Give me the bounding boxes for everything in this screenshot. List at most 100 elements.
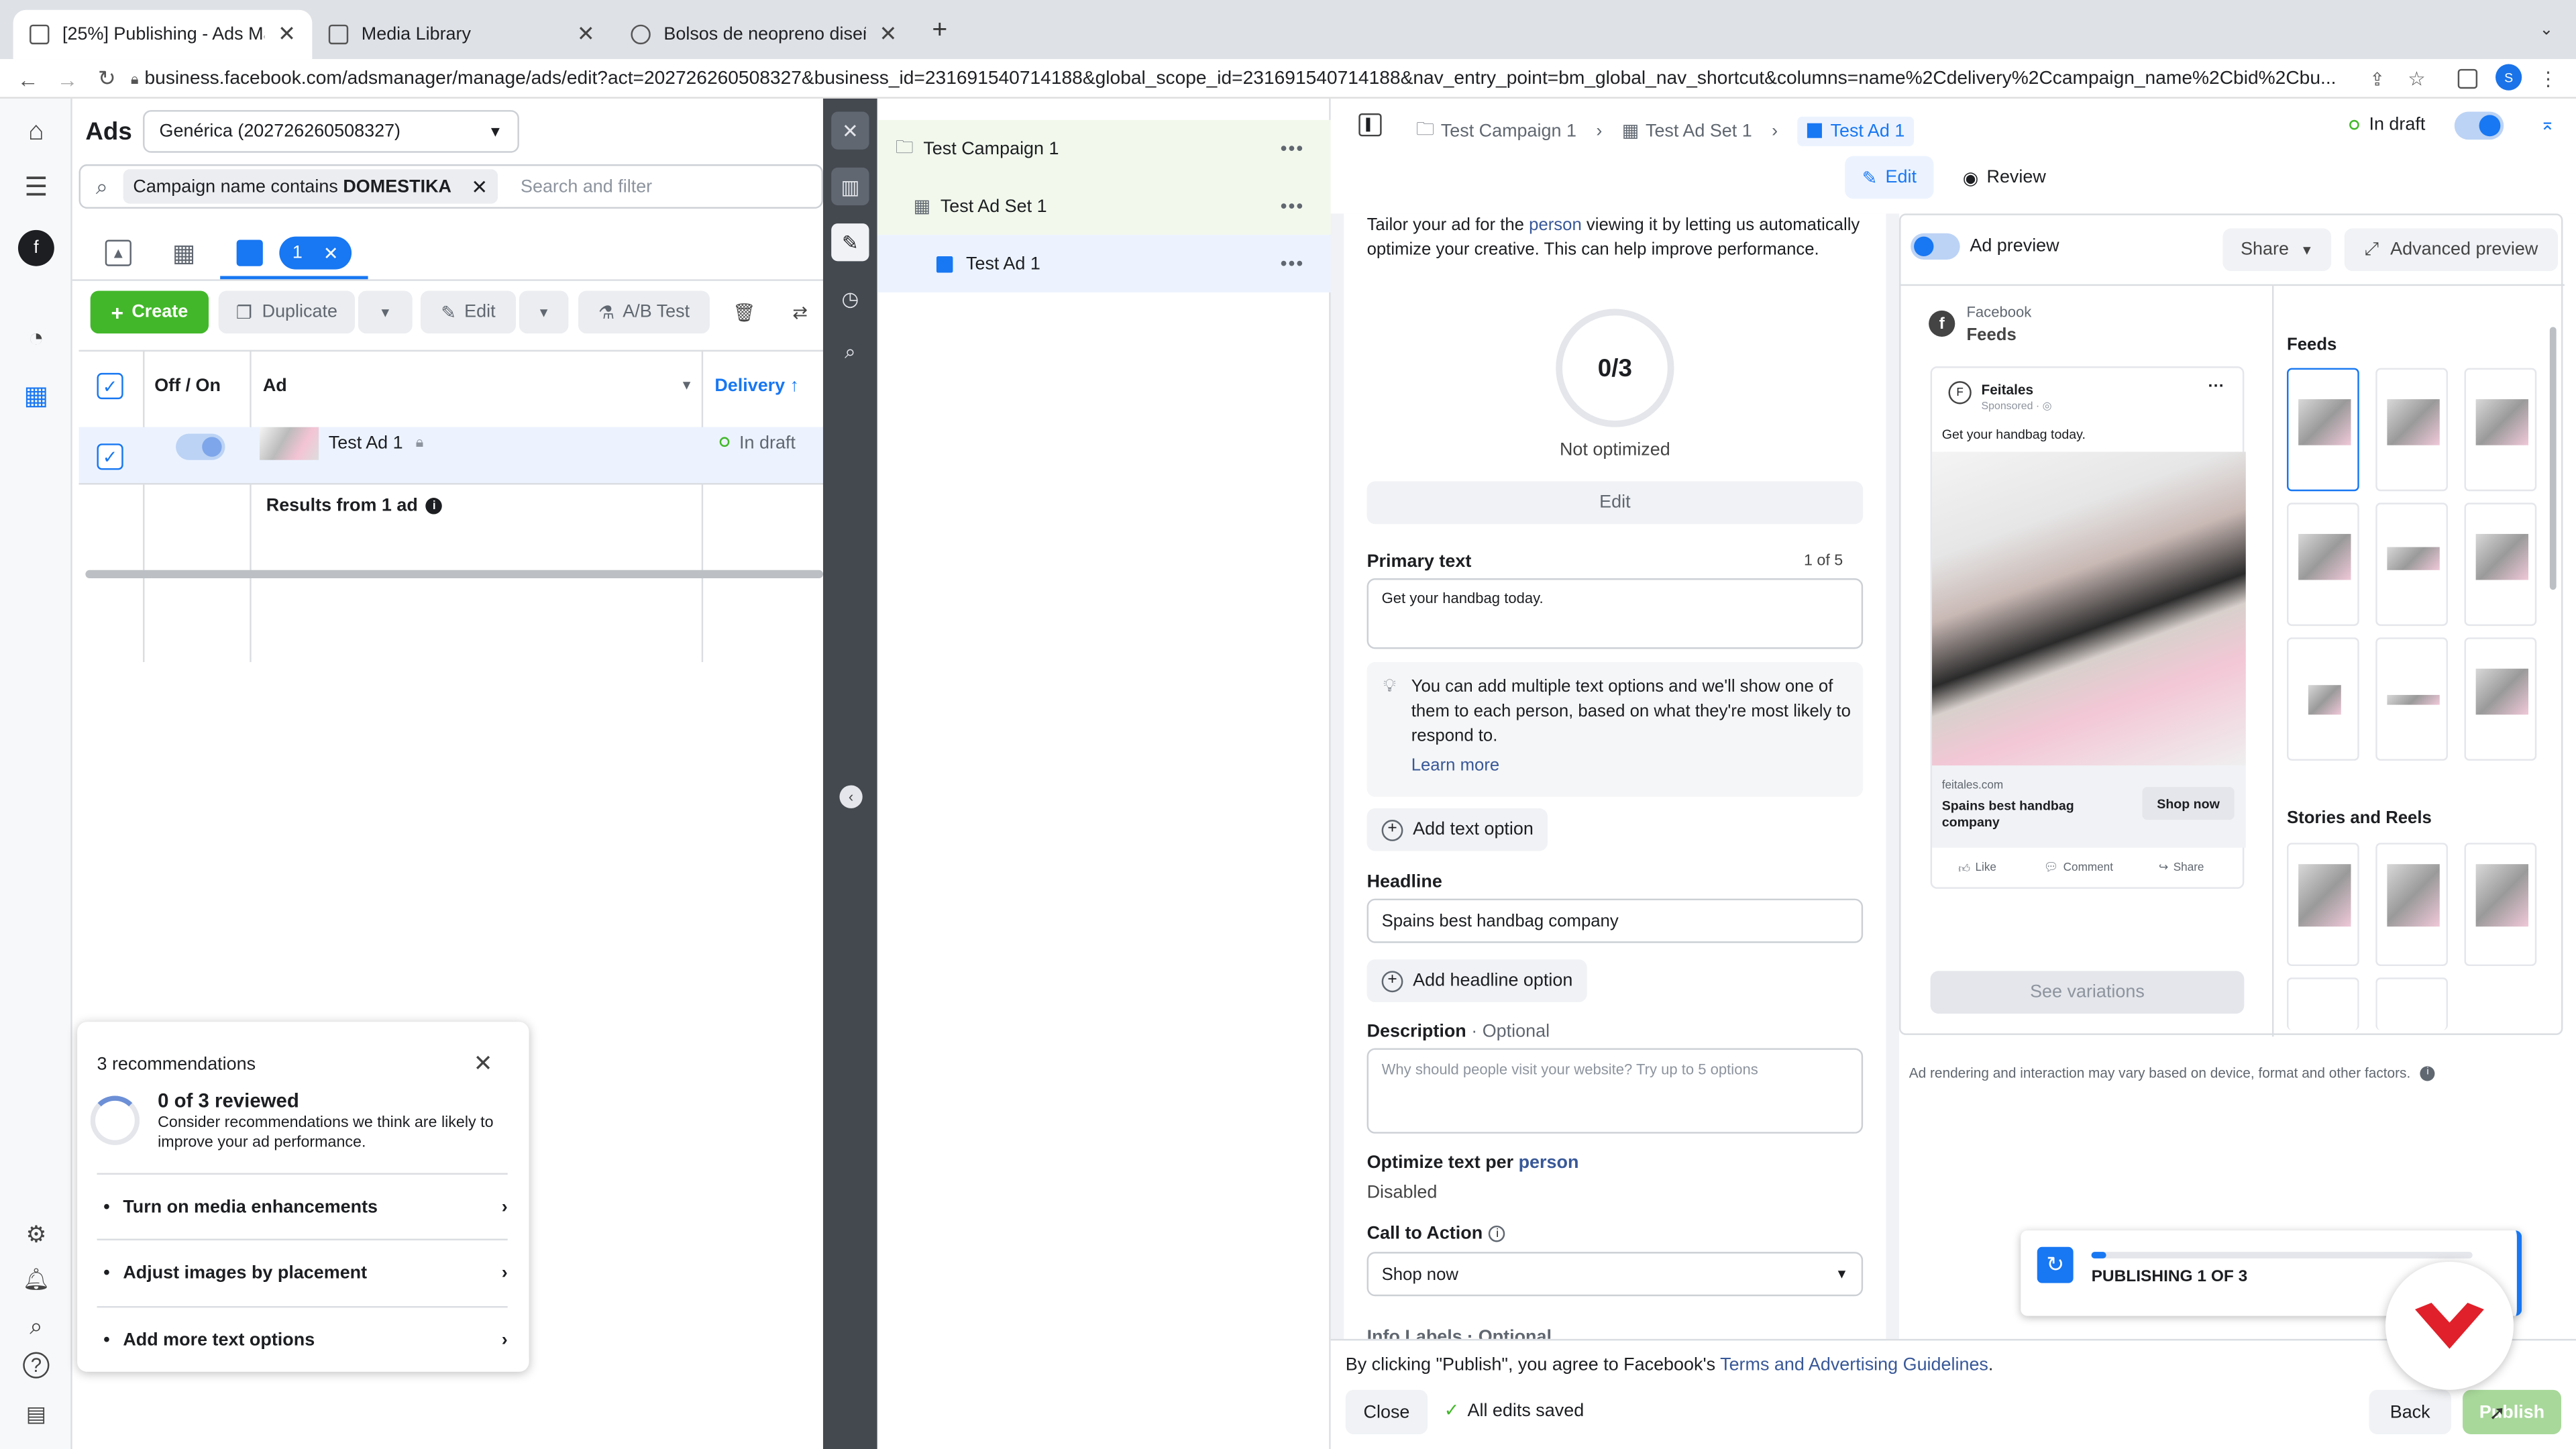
ads-tab[interactable]: 1 ✕ xyxy=(220,230,368,280)
optimize-person-link[interactable]: person xyxy=(1519,1153,1579,1173)
reload-icon[interactable]: ↻ xyxy=(92,64,121,94)
bell-icon[interactable]: 🔔︎ xyxy=(18,1262,54,1298)
placements-scrollbar[interactable] xyxy=(2549,327,2557,590)
story-thumbnail[interactable] xyxy=(2375,843,2449,967)
reports-icon[interactable]: ▤ xyxy=(18,1397,54,1433)
gauge-icon[interactable]: ◔ xyxy=(18,322,54,358)
edit-button[interactable]: ✎ Edit xyxy=(420,290,516,334)
browser-tab-media-library[interactable]: Media Library ✕ xyxy=(312,10,611,59)
recommendation-item[interactable]: • Adjust images by placement › xyxy=(97,1238,508,1305)
add-text-option-button[interactable]: + Add text option xyxy=(1366,808,1548,851)
tree-item-ad[interactable]: Test Ad 1 ••• xyxy=(877,235,1331,292)
see-variations-button[interactable]: See variations xyxy=(1930,971,2245,1014)
intro-person-link[interactable]: person xyxy=(1529,215,1582,235)
duplicate-dropdown-button[interactable]: ▼ xyxy=(358,290,413,334)
duplicate-button[interactable]: ❐ Duplicate xyxy=(218,290,355,334)
table-row[interactable]: ✓ Test Ad 1 🔒︎ In draft xyxy=(78,427,823,485)
lock-icon[interactable]: 🔒︎ xyxy=(125,67,144,90)
column-header-delivery[interactable]: Delivery ↑ xyxy=(714,376,799,396)
create-button[interactable]: + Create xyxy=(90,290,209,334)
placement-thumbnail[interactable] xyxy=(2464,502,2537,627)
new-tab-plus-icon[interactable]: + xyxy=(925,16,955,46)
info-icon[interactable]: i xyxy=(1489,1225,1506,1242)
placement-thumbnail[interactable] xyxy=(2464,368,2537,492)
browser-menu-icon[interactable]: ⋮ xyxy=(2536,66,2559,92)
forward-arrow-icon[interactable]: → xyxy=(52,64,82,94)
selected-count-badge[interactable]: 1 ✕ xyxy=(279,236,352,270)
url-field[interactable]: business.facebook.com/adsmanager/manage/… xyxy=(145,64,2355,94)
share-page-icon[interactable]: ⇪ xyxy=(2366,66,2389,92)
pencil-edit-icon[interactable]: ✎ xyxy=(831,223,869,262)
home-icon[interactable]: ⌂ xyxy=(18,115,54,151)
column-sort-caret-icon[interactable]: ▼ xyxy=(680,378,693,392)
sidebar-panel-icon[interactable] xyxy=(2457,68,2478,89)
column-header-ad[interactable]: Ad xyxy=(263,376,287,396)
bookmark-star-icon[interactable]: ☆ xyxy=(2405,66,2428,92)
description-field[interactable]: Why should people visit your website? Tr… xyxy=(1366,1048,1864,1134)
headline-field[interactable]: Spains best handbag company xyxy=(1366,898,1864,943)
recommendation-item[interactable]: • Turn on media enhancements › xyxy=(97,1173,508,1239)
column-header-off-on[interactable]: Off / On xyxy=(154,376,221,396)
remove-filter-close-icon[interactable]: ✕ xyxy=(471,175,488,198)
more-options-icon[interactable]: ••• xyxy=(1281,254,1305,273)
placement-thumbnail[interactable] xyxy=(2375,502,2449,627)
close-tab-icon[interactable]: ✕ xyxy=(879,21,897,48)
more-options-icon[interactable]: ••• xyxy=(1281,139,1305,158)
ads-table-icon[interactable]: ▦ xyxy=(18,378,54,414)
primary-text-field[interactable]: Get your handbag today. xyxy=(1366,578,1864,649)
toggle-sidebar-icon[interactable]: ▌ xyxy=(1358,113,1382,137)
help-icon[interactable]: ? xyxy=(23,1352,50,1379)
story-thumbnail[interactable] xyxy=(2375,977,2449,1030)
ab-test-button[interactable]: ⚗ A/B Test xyxy=(578,290,710,334)
placement-thumbnail[interactable] xyxy=(2464,637,2537,761)
account-selector[interactable]: Genérica (202726260508327) ▼ xyxy=(143,110,519,153)
more-options-icon[interactable]: ••• xyxy=(1281,197,1305,216)
back-button[interactable]: Back xyxy=(2369,1389,2451,1434)
story-thumbnail[interactable] xyxy=(2287,977,2359,1030)
delete-trash-icon[interactable]: 🗑︎ xyxy=(722,290,766,334)
info-icon[interactable]: i xyxy=(2420,1065,2435,1081)
breadcrumb-campaign[interactable]: Test Campaign 1 xyxy=(1441,121,1576,140)
back-arrow-icon[interactable]: ← xyxy=(13,64,43,94)
placement-thumbnail[interactable] xyxy=(2375,637,2449,761)
ad-sets-grid-icon[interactable]: ▦ xyxy=(168,237,201,270)
row-checkbox[interactable]: ✓ xyxy=(97,443,123,470)
history-clock-icon[interactable]: ◷ xyxy=(831,279,869,317)
story-thumbnail[interactable] xyxy=(2287,843,2359,967)
optimize-edit-button[interactable]: Edit xyxy=(1366,481,1864,525)
account-avatar[interactable]: f xyxy=(17,229,54,266)
browser-tab-bolsos[interactable]: Bolsos de neopreno diseñados ✕ xyxy=(614,10,914,59)
breadcrumb-ad[interactable]: Test Ad 1 xyxy=(1797,115,1915,146)
share-button[interactable]: Share ▼ xyxy=(2222,228,2332,272)
terms-link[interactable]: Terms and Advertising Guidelines xyxy=(1720,1355,1988,1375)
placement-thumbnail[interactable] xyxy=(2287,502,2359,627)
close-tab-icon[interactable]: ✕ xyxy=(577,21,595,48)
story-thumbnail[interactable] xyxy=(2464,843,2537,967)
export-icon[interactable]: ⇄ xyxy=(778,290,822,334)
zoom-search-icon[interactable]: ⌕ xyxy=(831,333,869,371)
collapse-chevron-icon[interactable]: ‹ xyxy=(839,785,863,808)
close-editor-icon[interactable]: ✕ xyxy=(831,111,869,150)
filter-chip[interactable]: Campaign name contains DOMESTIKA ✕ xyxy=(123,169,498,204)
tab-edit[interactable]: ✎ Edit xyxy=(1845,156,1934,199)
gear-icon[interactable]: ⚙ xyxy=(18,1216,54,1252)
browser-tab-ads-manager[interactable]: [25%] Publishing - Ads Manag ✕ xyxy=(13,9,313,60)
pin-icon[interactable]: ⌅ xyxy=(2540,113,2555,134)
cta-dropdown[interactable]: Shop now ▼ xyxy=(1366,1252,1864,1297)
horizontal-scrollbar[interactable] xyxy=(85,570,823,579)
tree-item-campaign[interactable]: 🗀 Test Campaign 1 ••• xyxy=(877,119,1331,178)
placement-thumbnail-selected[interactable] xyxy=(2287,368,2359,492)
clear-selection-close-icon[interactable]: ✕ xyxy=(323,242,339,264)
breadcrumb-adset[interactable]: Test Ad Set 1 xyxy=(1646,121,1752,140)
ad-status-toggle[interactable] xyxy=(2454,111,2504,140)
close-tab-icon[interactable]: ✕ xyxy=(278,21,296,48)
profile-avatar[interactable]: S xyxy=(2496,64,2522,91)
recommendation-item[interactable]: • Add more text options › xyxy=(97,1305,508,1372)
tab-review[interactable]: ◉ Review xyxy=(1955,156,2053,199)
placement-thumbnail[interactable] xyxy=(2287,637,2359,761)
tab-search-chevron-icon[interactable]: ⌄ xyxy=(2533,16,2559,42)
close-button[interactable]: Close xyxy=(1345,1389,1428,1434)
tree-item-adset[interactable]: ▦ Test Ad Set 1 ••• xyxy=(877,177,1331,235)
placement-thumbnail[interactable] xyxy=(2375,368,2449,492)
info-icon[interactable]: i xyxy=(426,498,443,515)
